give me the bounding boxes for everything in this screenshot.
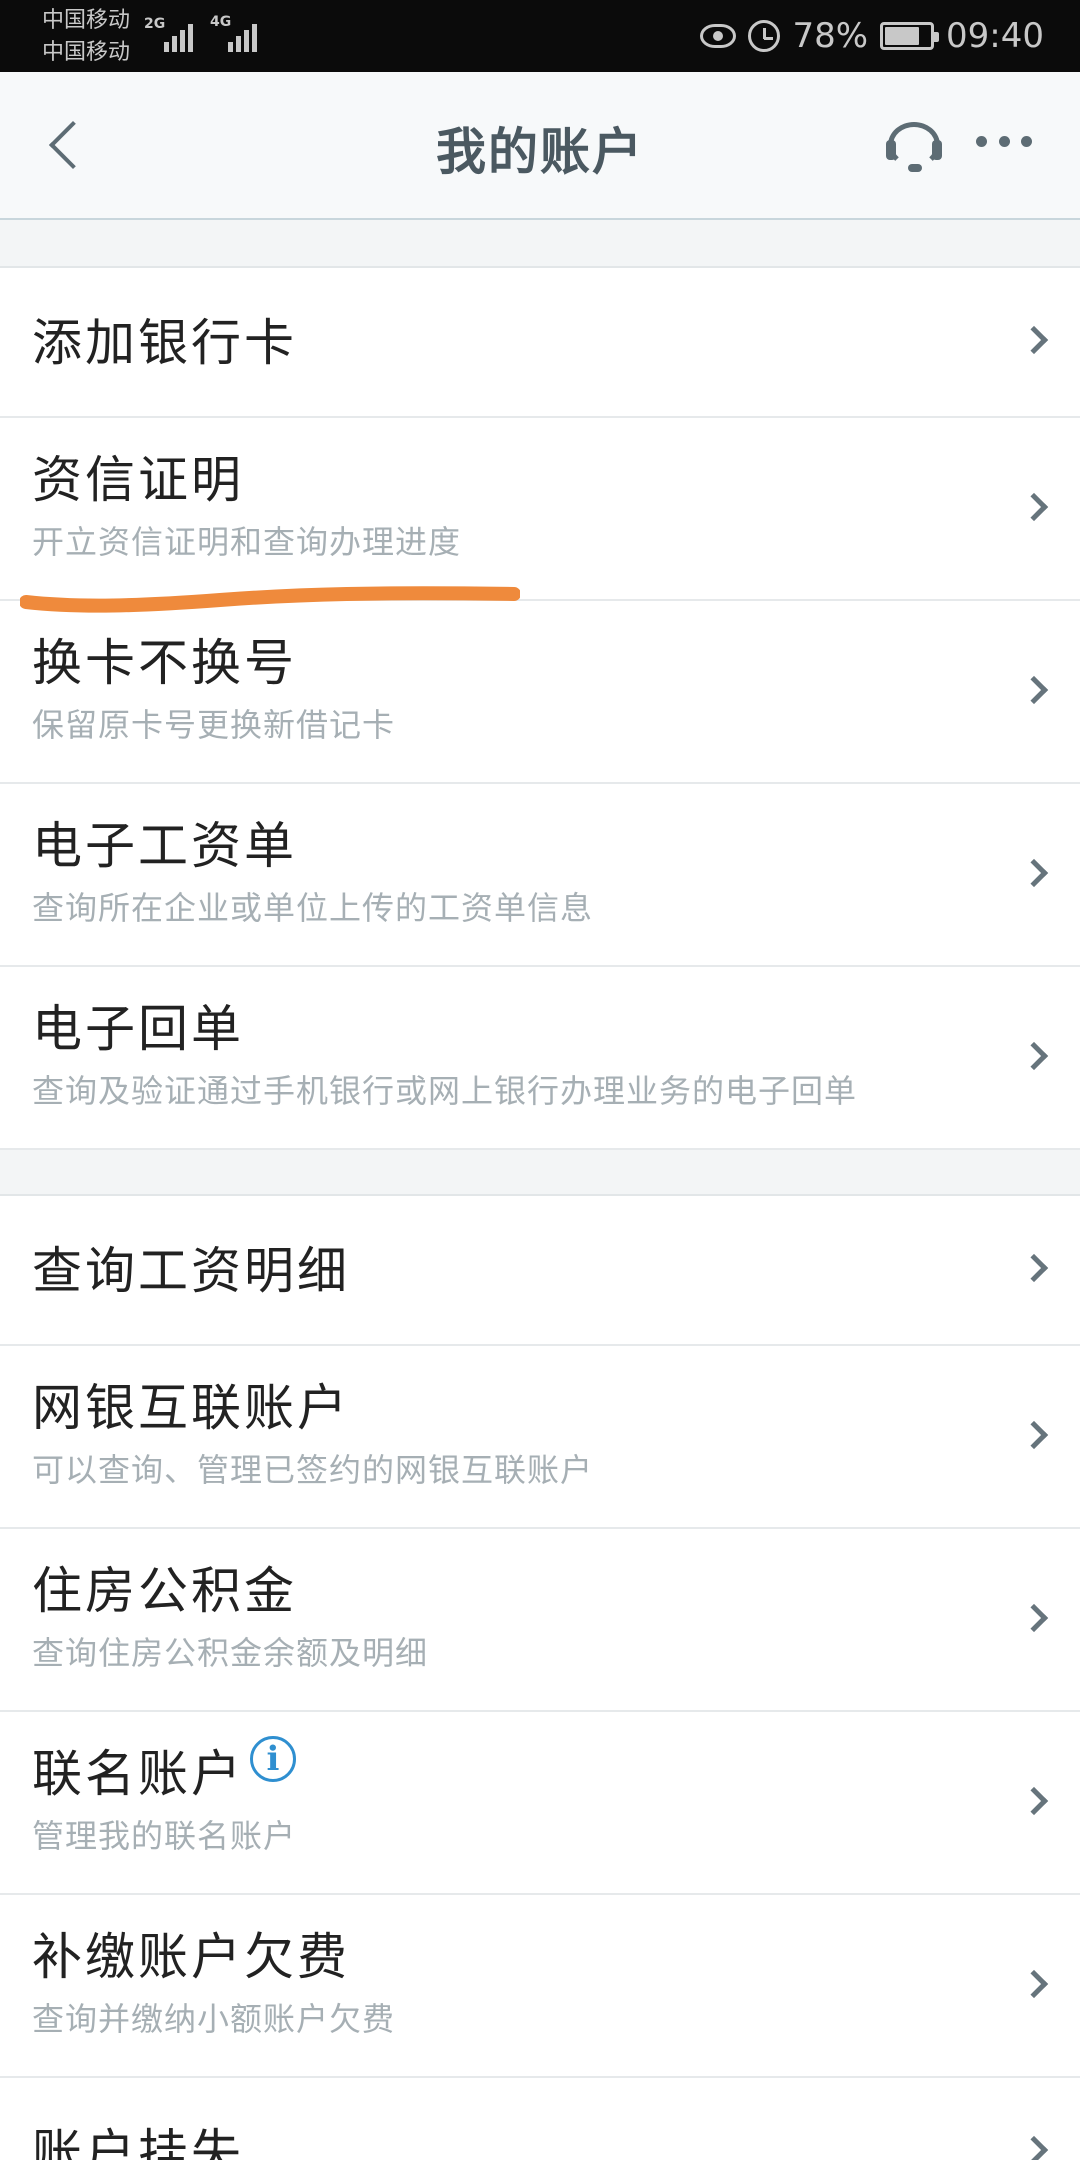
item-title: 网银互联账户 [32,1379,350,1437]
item-title-wrap: 联名账户 i [32,1736,296,1804]
item-title: 添加银行卡 [32,314,297,372]
item-title: 查询工资明细 [32,1242,350,1300]
item-subtitle: 开立资信证明和查询办理进度 [32,523,462,561]
item-title: 联名账户 [32,1745,244,1803]
signal-icon-2 [228,18,257,52]
item-subtitle: 管理我的联名账户 [32,1817,297,1855]
list-item-overdue-fees[interactable]: 补缴账户欠费 查询并缴纳小额账户欠费 [0,1895,1080,2078]
item-title: 电子工资单 [32,817,297,875]
chevron-right-icon [1019,1253,1049,1283]
chevron-right-icon [1019,1969,1049,1998]
battery-fill [885,27,920,45]
item-subtitle: 保留原卡号更换新借记卡 [32,706,396,744]
item-title: 账户挂失 [32,2124,244,2160]
battery-icon [880,22,940,50]
carrier-label-1: 中国移动 [42,8,131,33]
chevron-right-icon [1019,675,1049,704]
list-item-add-card[interactable]: 添加银行卡 [0,268,1080,418]
chevron-right-icon [1019,1041,1049,1070]
more-icon[interactable] [976,136,1032,152]
list-item-joint-account[interactable]: 联名账户 i 管理我的联名账户 [0,1712,1080,1895]
list-item-e-receipt[interactable]: 电子回单 查询及验证通过手机银行或网上银行办理业务的电子回单 [0,967,1080,1150]
chevron-right-icon [1019,1786,1049,1815]
status-right: 78% 09:40 [700,0,1044,72]
item-title: 资信证明 [32,451,244,509]
status-bar: 中国移动 中国移动 2G 4G 78% 09:40 [0,0,1080,72]
item-title: 补缴账户欠费 [32,1928,350,1986]
item-subtitle: 查询并缴纳小额账户欠费 [32,2000,396,2038]
clock: 09:40 [946,16,1044,56]
alarm-icon [748,20,781,52]
nav-bar: 我的账户 [0,72,1080,220]
network-type-1: 2G [144,16,166,32]
list-item-housing-fund[interactable]: 住房公积金 查询住房公积金余额及明细 [0,1529,1080,1712]
headset-icon[interactable] [884,118,944,174]
item-title: 电子回单 [32,1000,244,1058]
chevron-right-icon [1019,2135,1049,2160]
item-subtitle: 查询住房公积金余额及明细 [32,1634,429,1672]
item-title: 换卡不换号 [32,634,297,692]
list-item-salary-details[interactable]: 查询工资明细 [0,1196,1080,1346]
eye-icon [700,24,737,48]
chevron-right-icon [1019,858,1049,887]
item-subtitle: 可以查询、管理已签约的网银互联账户 [32,1451,594,1489]
list-item-credit-certificate[interactable]: 资信证明 开立资信证明和查询办理进度 [0,418,1080,601]
list-item-report-loss[interactable]: 账户挂失 [0,2078,1080,2160]
battery-percent: 78% [792,16,869,56]
info-icon[interactable]: i [250,1736,296,1782]
menu-group-1: 添加银行卡 资信证明 开立资信证明和查询办理进度 换卡不换号 保留原卡号更换新借… [0,266,1080,1150]
chevron-right-icon [1019,325,1049,355]
item-subtitle: 查询所在企业或单位上传的工资单信息 [32,889,594,927]
chevron-right-icon [1019,492,1049,521]
list-item-interbank-account[interactable]: 网银互联账户 可以查询、管理已签约的网银互联账户 [0,1346,1080,1529]
list-item-e-payslip[interactable]: 电子工资单 查询所在企业或单位上传的工资单信息 [0,784,1080,967]
carrier-label-2: 中国移动 [42,40,131,65]
chevron-right-icon [1019,1603,1049,1632]
item-title: 住房公积金 [32,1562,297,1620]
chevron-right-icon [1019,1420,1049,1449]
list-item-replace-card[interactable]: 换卡不换号 保留原卡号更换新借记卡 [0,601,1080,784]
item-subtitle: 查询及验证通过手机银行或网上银行办理业务的电子回单 [32,1072,858,1110]
menu-group-2: 查询工资明细 网银互联账户 可以查询、管理已签约的网银互联账户 住房公积金 查询… [0,1194,1080,2160]
signal-icon-1 [164,18,193,52]
